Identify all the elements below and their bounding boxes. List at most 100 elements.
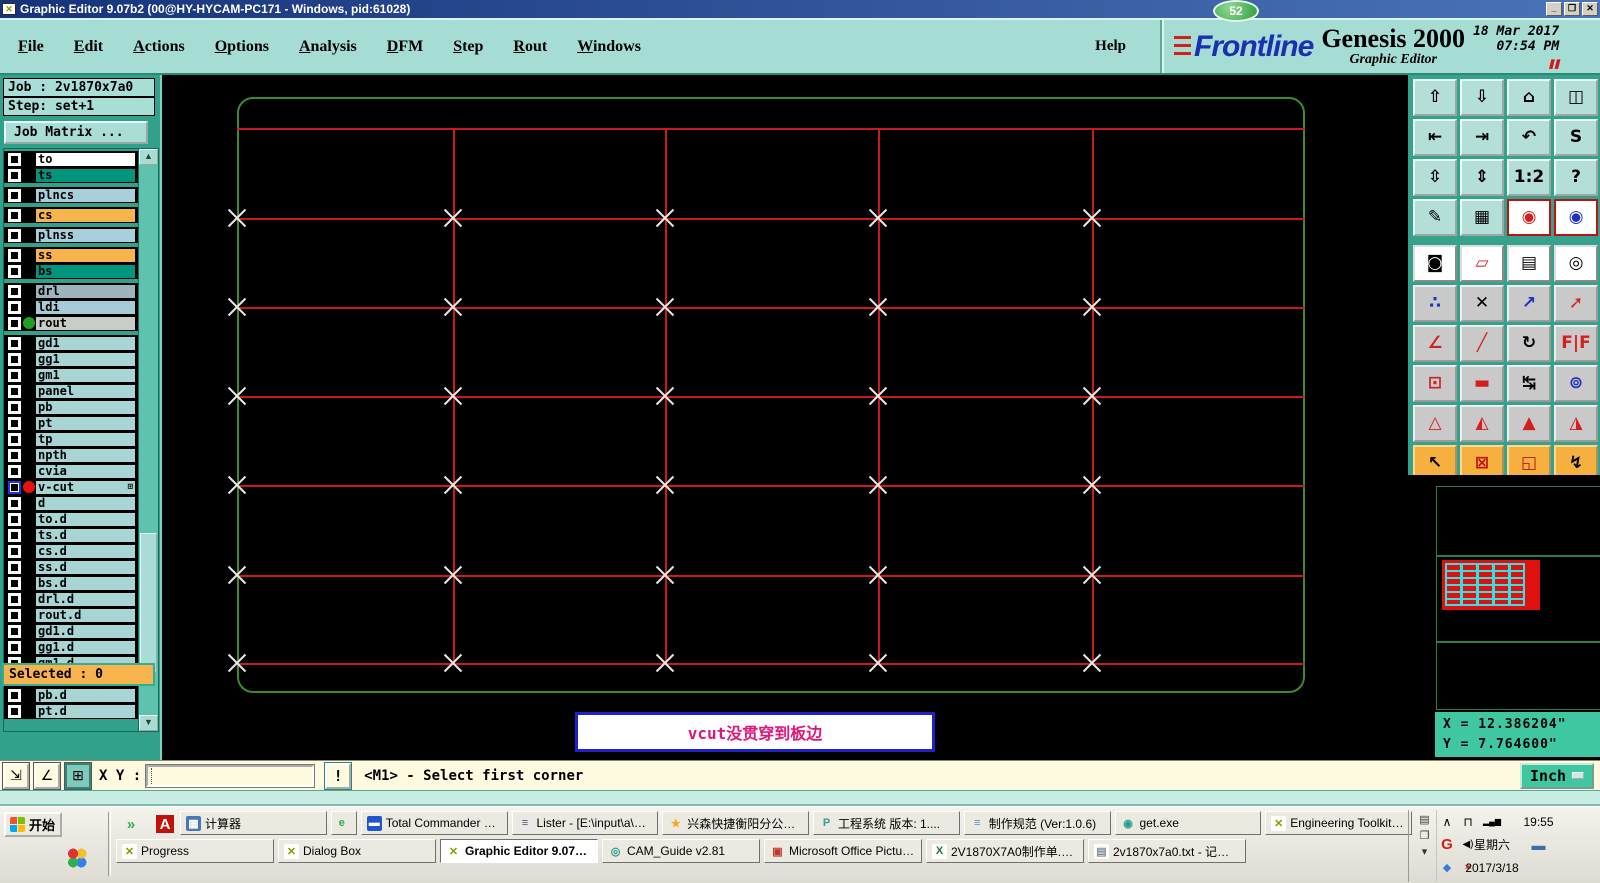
layer-label[interactable]: gd1.d [35, 623, 136, 639]
layer-visibility-checkbox[interactable] [8, 576, 21, 590]
layer-label[interactable]: ts.d [35, 527, 136, 543]
layer-label[interactable]: cs [35, 207, 136, 223]
tray-dropdown-icon[interactable]: ▾ [1422, 845, 1428, 858]
netlist-source-icon[interactable]: ◉ [1507, 199, 1551, 236]
menu-item[interactable]: Actions [133, 38, 185, 56]
layer-label[interactable]: gg1.d [35, 639, 136, 655]
layer-label[interactable]: bs [35, 263, 136, 279]
triangle-outline-icon[interactable]: △ [1413, 405, 1457, 442]
mirror-icon[interactable]: F|F [1554, 325, 1598, 362]
layer-visibility-checkbox[interactable] [8, 316, 21, 330]
cascade-windows-icon[interactable]: ❐ [1420, 829, 1430, 842]
layer-label[interactable]: tp [35, 431, 136, 447]
layer-label[interactable]: rout [35, 315, 136, 331]
layer-visibility-checkbox[interactable] [8, 228, 21, 242]
edit-tools-icon[interactable]: ✎ [1413, 199, 1457, 236]
netlist-compare-icon[interactable]: ◉ [1554, 199, 1598, 236]
taskbar-button-excel-sheet[interactable]: X 2V1870X7A0制作单.xls ... [926, 839, 1084, 863]
layer-visibility-checkbox[interactable] [8, 208, 21, 222]
menu-item[interactable]: Options [215, 38, 269, 56]
menu-item[interactable]: Analysis [299, 38, 357, 56]
pan-right-icon[interactable]: ⇥ [1460, 119, 1504, 156]
layer-visibility-checkbox[interactable] [8, 188, 21, 202]
menu-item[interactable]: Windows [577, 38, 641, 56]
layer-visibility-checkbox[interactable] [8, 592, 21, 606]
restore-button[interactable]: ❐ [1564, 2, 1580, 16]
messenger-icon[interactable] [66, 847, 88, 869]
layer-label[interactable]: panel [35, 383, 136, 399]
reshape-pad-icon[interactable]: ▱ [1460, 245, 1504, 282]
network-signal-icon[interactable]: ▂▄▆ [1483, 817, 1501, 826]
menu-item-help[interactable]: Help [1061, 20, 1160, 73]
delete-icon[interactable]: ✕ [1460, 285, 1504, 322]
layer-label[interactable]: pt.d [35, 703, 136, 719]
menu-item[interactable]: Rout [513, 38, 547, 56]
units-dropdown[interactable]: Inch [1520, 762, 1594, 789]
xy-coordinate-input[interactable] [145, 763, 316, 788]
power-plug-icon[interactable]: ⊓ [1463, 815, 1472, 829]
layer-label[interactable]: v-cut ⊞ [35, 479, 136, 495]
minimize-button[interactable]: _ [1546, 2, 1562, 16]
grid-toggle-icon[interactable]: ▦ [1460, 199, 1504, 236]
layer-label[interactable]: ts [35, 167, 136, 183]
layer-label[interactable]: to.d [35, 511, 136, 527]
close-button[interactable]: ✕ [1582, 2, 1598, 16]
layer-visibility-checkbox[interactable] [8, 624, 21, 638]
taskbar-button-eng-toolkit[interactable]: ✕ Engineering Toolkit 9.... [1265, 811, 1412, 835]
layer-visibility-checkbox[interactable] [8, 152, 21, 166]
acrobat-icon[interactable]: A [156, 815, 174, 833]
panel-thumbnail[interactable] [1442, 560, 1540, 610]
layer-visibility-checkbox[interactable] [8, 300, 21, 314]
zoom-in-view-icon[interactable]: ⇧ [1413, 79, 1457, 116]
layer-label[interactable]: cs.d [35, 543, 136, 559]
canvas-drawing[interactable] [162, 75, 1408, 760]
layer-label[interactable]: drl [35, 283, 136, 299]
menu-item[interactable]: File [18, 38, 44, 56]
menu-item[interactable]: DFM [387, 38, 423, 56]
taskbar-button-eng-system[interactable]: P 工程系统 版本: 1.... [813, 811, 960, 835]
layer-label[interactable]: drl.d [35, 591, 136, 607]
layer-label[interactable]: ldi [35, 299, 136, 315]
taskbar-button-spec[interactable]: ≡ 制作规范 (Ver:1.0.6) [963, 811, 1111, 835]
scroll-down-icon[interactable]: ▼ [139, 715, 158, 731]
layer-visibility-checkbox[interactable] [8, 352, 21, 366]
menu-item[interactable]: Step [453, 38, 483, 56]
keyboard-layout-icon[interactable]: ▤ [1419, 813, 1429, 826]
taskbar-button-calculator[interactable]: ▦ 计算器 [180, 811, 327, 835]
triangle-base-icon[interactable]: ◮ [1554, 405, 1598, 442]
layer-visibility-checkbox[interactable] [8, 384, 21, 398]
clock-time[interactable]: 19:55 [1523, 815, 1553, 829]
layer-visibility-checkbox[interactable] [8, 688, 21, 702]
taskbar-button-browser[interactable]: e [330, 811, 357, 835]
layer-label[interactable]: ss [35, 247, 136, 263]
taskbar-button-lister[interactable]: ≡ Lister - [E:\input\a\48... [511, 811, 659, 835]
layer-label[interactable]: gd1 [35, 335, 136, 351]
layer-visibility-checkbox[interactable] [8, 544, 21, 558]
select-pad-icon[interactable]: ◎ [1554, 245, 1598, 282]
layer-visibility-checkbox[interactable] [8, 368, 21, 382]
zoom-extents-icon[interactable]: ⇳ [1413, 159, 1457, 196]
layer-scrollbar[interactable]: ▲ ▼ [138, 149, 158, 731]
layer-visibility-checkbox[interactable] [8, 464, 21, 478]
layer-visibility-checkbox[interactable] [8, 416, 21, 430]
layer-label[interactable]: pt [35, 415, 136, 431]
scale-1-2-icon[interactable]: 1:2 [1507, 159, 1551, 196]
display-tray-icon[interactable]: ▬ [1532, 837, 1546, 853]
collapse-tray-icon[interactable]: ∧ [1443, 815, 1452, 829]
rotate-icon[interactable]: ↻ [1507, 325, 1551, 362]
taskbar-button-cam-guide[interactable]: ◎ CAM_Guide v2.81 [602, 839, 760, 863]
g-app-tray-icon[interactable]: G [1441, 836, 1453, 853]
taskbar-button-xingsen[interactable]: ★ 兴森快捷衡阳分公司... [662, 811, 809, 835]
measure-ruler-icon[interactable]: ▤ [1507, 245, 1551, 282]
start-button[interactable]: 开始 [4, 812, 62, 837]
triangle-filled-icon[interactable]: ▲ [1507, 405, 1551, 442]
layer-visibility-checkbox[interactable] [8, 336, 21, 350]
resize-mode-icon[interactable]: ⇲ [2, 761, 30, 790]
flashget-icon[interactable]: » [122, 815, 140, 833]
layer-label[interactable]: gg1 [35, 351, 136, 367]
menu-item[interactable]: Edit [74, 38, 103, 56]
layer-visibility-checkbox[interactable] [8, 496, 21, 510]
taskbar-button-total-commander[interactable]: ▬ Total Commander 7.0 ... [360, 811, 508, 835]
zoom-out-view-icon[interactable]: ⇩ [1460, 79, 1504, 116]
job-matrix-button[interactable]: Job Matrix ... [4, 121, 148, 144]
